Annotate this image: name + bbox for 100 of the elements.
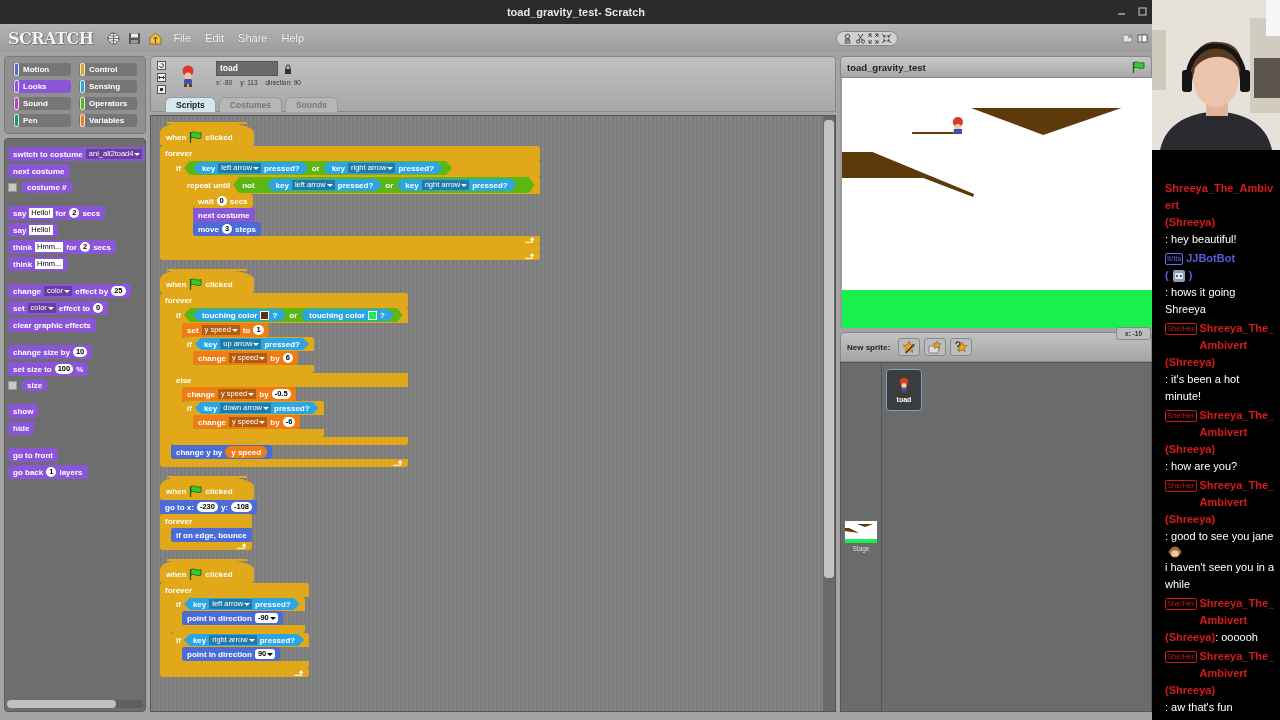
display-name: (Shreeya) bbox=[1165, 683, 1216, 698]
category-button[interactable]: Variables bbox=[79, 114, 137, 127]
rotate-icon[interactable] bbox=[157, 61, 166, 70]
robot-icon bbox=[1171, 268, 1186, 283]
display-name: (Shreeya) bbox=[1165, 442, 1216, 457]
grow-icon[interactable] bbox=[868, 32, 879, 44]
block-label: pressed? bbox=[255, 599, 291, 609]
block-label: wait bbox=[198, 196, 214, 206]
command-block[interactable]: show bbox=[8, 404, 39, 418]
shrink-icon[interactable] bbox=[881, 32, 892, 44]
block-label: for bbox=[55, 208, 67, 218]
scrollbar[interactable] bbox=[823, 116, 835, 711]
boolean-block[interactable]: touching color ? or touching color ? bbox=[183, 308, 403, 322]
reporter-block[interactable]: size bbox=[21, 379, 49, 391]
checkbox[interactable] bbox=[8, 380, 17, 390]
stage[interactable] bbox=[840, 78, 1152, 328]
category-button[interactable]: Motion bbox=[13, 63, 71, 76]
command-block[interactable]: next costume bbox=[193, 208, 255, 222]
flag-icon[interactable] bbox=[1132, 61, 1145, 73]
username[interactable]: JJBotBot bbox=[1186, 250, 1277, 267]
reporter-block[interactable]: costume # bbox=[21, 181, 73, 193]
block-label: next costume bbox=[13, 166, 65, 176]
c-block[interactable]: forever if on edge, bounce bbox=[160, 514, 252, 550]
message-text: : hey beautiful! bbox=[1165, 232, 1237, 247]
c-block[interactable] bbox=[160, 293, 408, 467]
command-block[interactable]: hide bbox=[8, 421, 35, 435]
scrollbar[interactable] bbox=[7, 700, 143, 708]
monkey-icon bbox=[1168, 545, 1182, 559]
scissors-icon[interactable] bbox=[855, 32, 866, 44]
category-button[interactable]: Pen bbox=[13, 114, 71, 127]
boolean-block[interactable]: touching color ? bbox=[192, 309, 287, 321]
block-label: touching color bbox=[201, 310, 258, 320]
command-block[interactable]: next costume bbox=[8, 164, 70, 178]
block-label: if bbox=[176, 163, 181, 173]
message-text: : oooooh bbox=[1215, 630, 1258, 645]
sprite-icon bbox=[180, 65, 196, 87]
command-block[interactable]: if on edge, bounce bbox=[171, 528, 252, 542]
share-icon[interactable] bbox=[149, 31, 163, 45]
normal-stage-icon[interactable] bbox=[1137, 32, 1148, 44]
display-name: (Shreeya) bbox=[1165, 355, 1216, 370]
color-swatch[interactable] bbox=[260, 310, 270, 320]
display-name: ( bbox=[1165, 268, 1169, 283]
lock-icon[interactable] bbox=[284, 63, 292, 74]
new-sprite-label: New sprite: bbox=[847, 342, 891, 352]
block-label: secs bbox=[82, 208, 101, 218]
block-label: say bbox=[13, 208, 27, 218]
category-button[interactable]: Control bbox=[79, 63, 137, 76]
category-button[interactable]: Sound bbox=[13, 97, 71, 110]
block-label: key bbox=[405, 180, 419, 190]
no-rotate-icon[interactable] bbox=[157, 85, 166, 94]
username[interactable]: Shreeya_The_Ambivert bbox=[1199, 407, 1277, 441]
block-label: pressed? bbox=[264, 339, 300, 349]
sprite-name-field[interactable]: toad bbox=[216, 61, 278, 76]
command-block[interactable]: clear graphic effects bbox=[8, 318, 96, 332]
block-label: change bbox=[198, 353, 226, 363]
save-icon[interactable] bbox=[128, 31, 142, 45]
block-label: or bbox=[385, 180, 394, 190]
reporter-block[interactable]: y speed bbox=[225, 446, 268, 458]
flip-icon[interactable] bbox=[157, 73, 166, 82]
username[interactable]: Shreeya_The_Ambivert bbox=[1165, 180, 1277, 214]
username[interactable]: Shreeya_The_Ambivert bbox=[1199, 320, 1277, 354]
block-label: layers bbox=[59, 467, 83, 477]
sprite-icon[interactable] bbox=[952, 117, 963, 134]
stage-thumbnail[interactable] bbox=[845, 521, 877, 543]
block-label: change bbox=[187, 389, 215, 399]
block-label: key bbox=[275, 180, 289, 190]
block-label: forever bbox=[165, 516, 193, 526]
color-swatch[interactable] bbox=[367, 310, 377, 320]
block-label: steps bbox=[235, 224, 256, 234]
block-label: key bbox=[192, 635, 207, 645]
block-label: if bbox=[176, 599, 181, 609]
command-block[interactable]: go to front bbox=[8, 448, 58, 462]
block-label: by bbox=[270, 417, 280, 427]
stamp-icon[interactable] bbox=[842, 32, 853, 44]
flag-icon bbox=[189, 278, 203, 290]
block-label: forever bbox=[165, 148, 193, 158]
category-button[interactable]: Operators bbox=[79, 97, 137, 110]
block-label: say bbox=[13, 225, 27, 235]
block-label: pressed? bbox=[472, 180, 508, 190]
username[interactable]: Shreeya_The_Ambivert bbox=[1199, 648, 1277, 682]
checkbox[interactable] bbox=[8, 182, 17, 192]
globe-icon[interactable] bbox=[107, 31, 121, 45]
block-label: else bbox=[176, 375, 192, 385]
username[interactable]: Shreeya_The_Ambivert bbox=[1199, 477, 1277, 511]
folder-sprite-button[interactable] bbox=[924, 338, 947, 356]
block-label: if bbox=[187, 339, 192, 349]
block-label: % bbox=[76, 364, 84, 374]
category-button[interactable]: Looks bbox=[13, 80, 71, 93]
username[interactable]: Shreeya_The_Ambivert bbox=[1199, 595, 1277, 629]
block-label: secs bbox=[93, 242, 111, 252]
boolean-block[interactable]: touching color ? bbox=[300, 309, 394, 321]
block-label: y speed bbox=[231, 447, 262, 457]
paint-sprite-button[interactable] bbox=[898, 338, 921, 356]
command-block[interactable]: change y by y speed bbox=[171, 445, 273, 459]
surprise-sprite-button[interactable] bbox=[950, 338, 973, 356]
message-text: : hows it going Shreeya bbox=[1165, 285, 1237, 317]
category-button[interactable]: Sensing bbox=[79, 80, 137, 93]
tab[interactable]: Scripts bbox=[165, 97, 216, 112]
maximize-icon[interactable] bbox=[1137, 6, 1148, 17]
block-label: by bbox=[259, 389, 269, 399]
